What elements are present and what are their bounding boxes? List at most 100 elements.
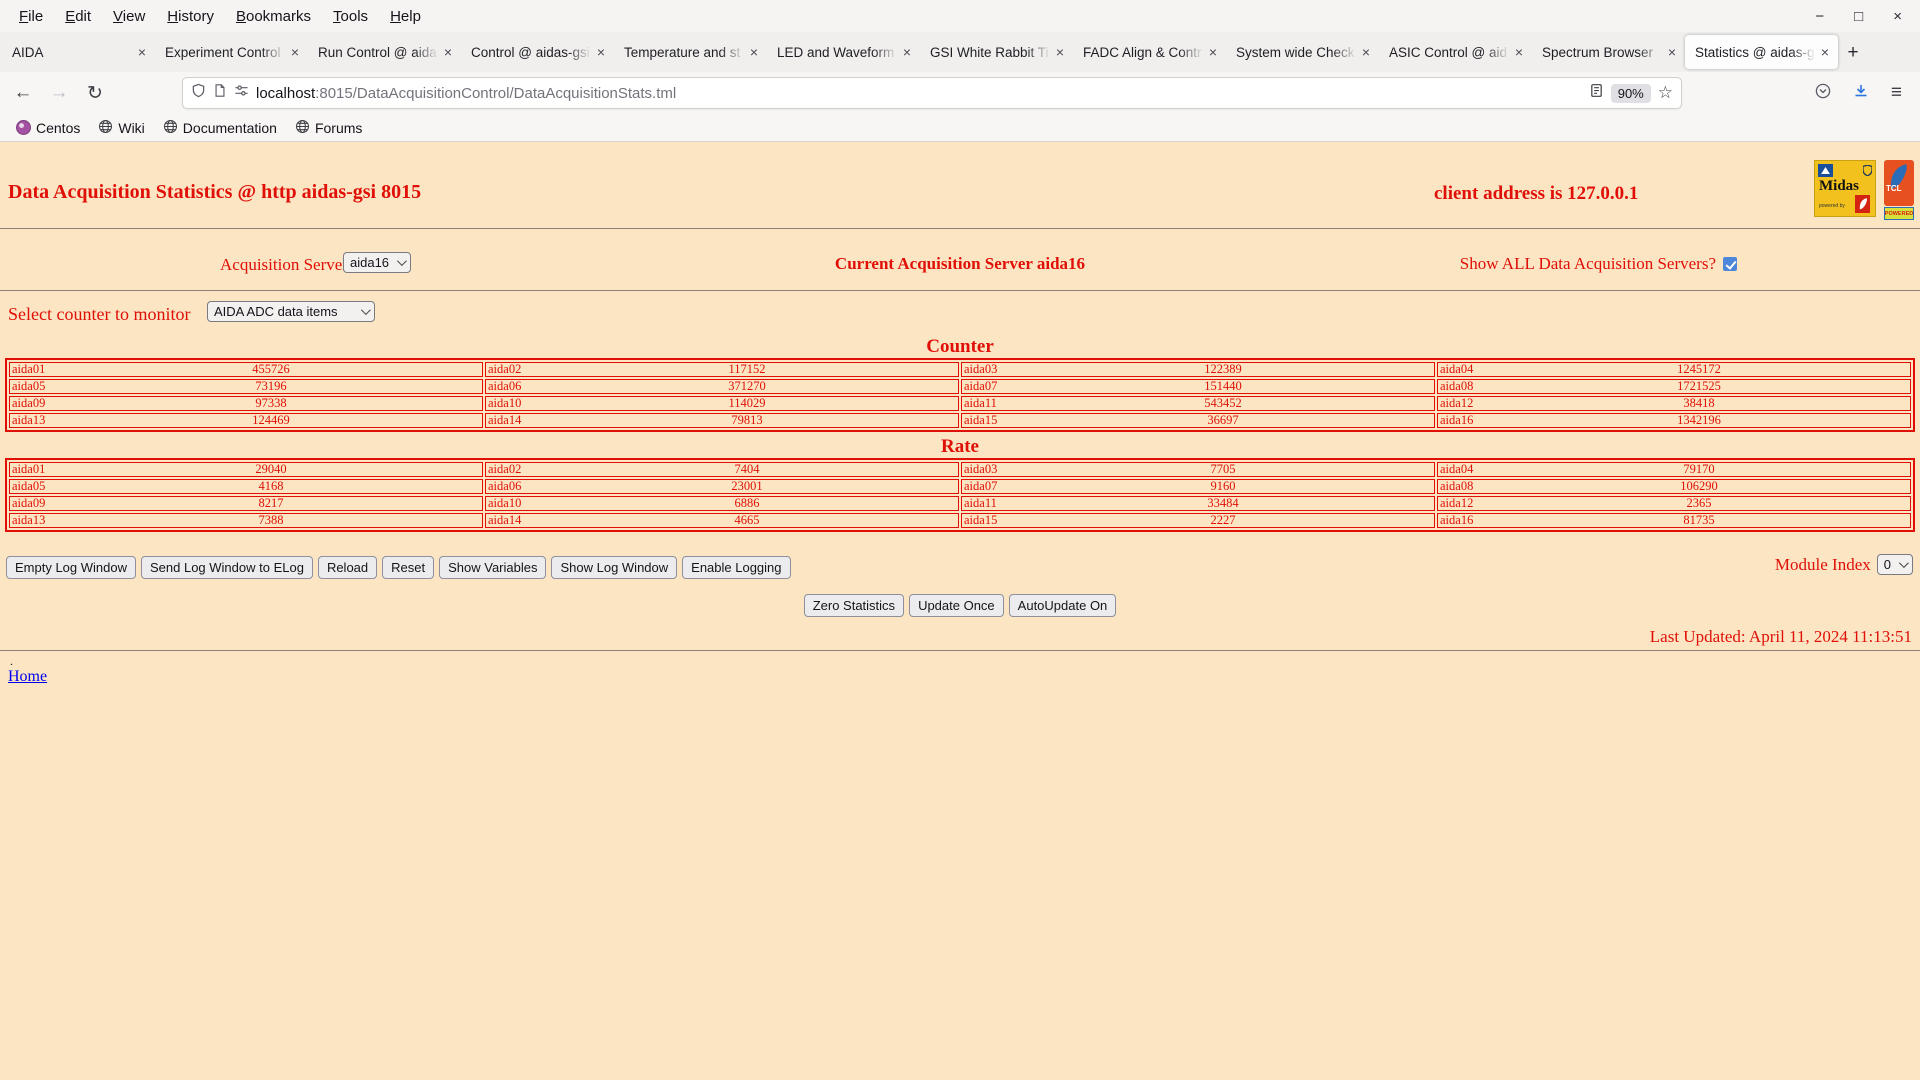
table-row: aida05 4168 aida06 23001 aida07 9160 aida08…: [9, 479, 1911, 494]
globe-icon: [163, 119, 178, 137]
select-counter-label: Select counter to monitor: [8, 304, 191, 324]
home-link[interactable]: Home: [8, 668, 47, 686]
tab-close-icon[interactable]: ×: [288, 44, 302, 60]
new-tab-button[interactable]: +: [1838, 38, 1868, 68]
tab-close-icon[interactable]: ×: [135, 44, 149, 60]
midas-triangle-icon: [1818, 164, 1833, 177]
window-maximize-icon[interactable]: □: [1854, 8, 1863, 25]
tab-experiment-control[interactable]: Experiment Control ×: [155, 35, 308, 69]
menu-edit[interactable]: Edit: [54, 4, 102, 29]
menu-view[interactable]: View: [102, 4, 156, 29]
show-log-window-button[interactable]: Show Log Window: [551, 556, 678, 579]
forward-icon: →: [49, 81, 69, 103]
enable-logging-button[interactable]: Enable Logging: [682, 556, 791, 579]
tab-spectrum-browser[interactable]: Spectrum Browser ×: [1532, 35, 1685, 69]
window-minimize-icon[interactable]: −: [1815, 8, 1824, 25]
url-text[interactable]: localhost:8015/DataAcquisitionControl/Da…: [256, 85, 1582, 102]
empty-log-window-button[interactable]: Empty Log Window: [6, 556, 136, 579]
show-variables-button[interactable]: Show Variables: [439, 556, 547, 579]
menu-help[interactable]: Help: [379, 4, 432, 29]
chevron-down-icon: [360, 305, 371, 316]
tab-close-icon[interactable]: ×: [594, 44, 608, 60]
show-all-servers-checkbox[interactable]: [1723, 257, 1737, 271]
tab-close-icon[interactable]: ×: [1359, 44, 1373, 60]
tab-close-icon[interactable]: ×: [900, 44, 914, 60]
last-updated-text: Last Updated: April 11, 2024 11:13:51: [1649, 627, 1912, 646]
table-row: aida13 124469 aida14 79813 aida15 36697 aid…: [9, 413, 1911, 428]
tab-aida[interactable]: AIDA ×: [2, 35, 155, 69]
reader-mode-icon[interactable]: [1589, 83, 1604, 103]
globe-icon: [295, 119, 310, 137]
divider: [0, 650, 1920, 651]
tab-control[interactable]: Control @ aidas-gsi ×: [461, 35, 614, 69]
bookmark-documentation[interactable]: Documentation: [159, 117, 281, 139]
table-row: aida13 7388 aida14 4665 aida15 2227 aida16 8…: [9, 513, 1911, 528]
table-row: aida01 455726 aida02 117152 aida03 122389 a…: [9, 362, 1911, 377]
menu-bookmarks[interactable]: Bookmarks: [225, 4, 322, 29]
module-index-select[interactable]: 0: [1876, 554, 1913, 575]
shield-icon[interactable]: [191, 83, 206, 103]
divider: [0, 290, 1920, 291]
tab-close-icon[interactable]: ×: [1818, 44, 1832, 60]
navigation-toolbar: ← → ↻ localhost:8015/DataAcquisitionCont…: [0, 72, 1920, 114]
tab-gsi-white-rabbit[interactable]: GSI White Rabbit Ti ×: [920, 35, 1073, 69]
url-bar[interactable]: localhost:8015/DataAcquisitionControl/Da…: [182, 77, 1682, 109]
page-title: Data Acquisition Statistics @ http aidas…: [8, 181, 422, 203]
zero-statistics-button[interactable]: Zero Statistics: [803, 594, 905, 617]
module-index-label: Module Index: [1774, 554, 1871, 574]
menu-tools[interactable]: Tools: [322, 4, 379, 29]
tab-fadc-align[interactable]: FADC Align & Contr ×: [1073, 35, 1226, 69]
tab-close-icon[interactable]: ×: [1512, 44, 1526, 60]
rate-heading: Rate: [941, 436, 979, 457]
table-row: aida01 29040 aida02 7404 aida03 7705 aida04…: [9, 462, 1911, 477]
bookmark-centos[interactable]: Centos: [12, 118, 84, 138]
window-close-icon[interactable]: ×: [1893, 8, 1902, 25]
downloads-icon[interactable]: [1853, 83, 1869, 104]
menu-history[interactable]: History: [156, 4, 225, 29]
show-all-servers-label: Show ALL Data Acquisition Servers?: [1459, 254, 1716, 273]
reset-button[interactable]: Reset: [382, 556, 435, 579]
tab-close-icon[interactable]: ×: [441, 44, 455, 60]
tab-close-icon[interactable]: ×: [747, 44, 761, 60]
tab-statistics-active[interactable]: Statistics @ aidas-g ×: [1685, 35, 1838, 69]
menu-bar: File Edit View History Bookmarks Tools H…: [0, 0, 1920, 32]
zoom-level-badge[interactable]: 90%: [1610, 83, 1651, 103]
tab-close-icon[interactable]: ×: [1053, 44, 1067, 60]
midas-logo: Midas powered by: [1814, 160, 1876, 217]
menu-file[interactable]: File: [8, 4, 54, 29]
autoupdate-on-button[interactable]: AutoUpdate On: [1008, 594, 1117, 617]
pocket-icon[interactable]: [1815, 83, 1831, 104]
back-icon[interactable]: ←: [8, 82, 38, 105]
tab-system-wide-check[interactable]: System wide Check ×: [1226, 35, 1379, 69]
counter-table: aida01 455726 aida02 117152 aida03 122389 a…: [5, 358, 1915, 432]
send-log-to-elog-button[interactable]: Send Log Window to ELog: [141, 556, 313, 579]
table-row: aida09 97338 aida10 114029 aida11 543452 ai…: [9, 396, 1911, 411]
tab-bar: AIDA × Experiment Control × Run Control @ …: [0, 32, 1920, 72]
tab-run-control[interactable]: Run Control @ aidas ×: [308, 35, 461, 69]
tcl-feather-icon: [1855, 195, 1870, 213]
tab-asic-control[interactable]: ASIC Control @ aid ×: [1379, 35, 1532, 69]
bookmark-forums[interactable]: Forums: [291, 117, 366, 139]
stray-dot: .: [10, 654, 13, 668]
reload-button[interactable]: Reload: [317, 556, 378, 579]
midas-shield-icon: [1862, 163, 1873, 181]
permissions-sliders-icon[interactable]: [234, 83, 249, 103]
table-row: aida09 8217 aida10 6886 aida11 33484 aida12…: [9, 496, 1911, 511]
tab-led-waveform[interactable]: LED and Waveform ×: [767, 35, 920, 69]
table-row: aida05 73196 aida06 371270 aida07 151440 ai…: [9, 379, 1911, 394]
update-once-button[interactable]: Update Once: [909, 594, 1004, 617]
bookmark-star-icon[interactable]: ☆: [1658, 83, 1673, 103]
tab-close-icon[interactable]: ×: [1206, 44, 1220, 60]
counter-type-select[interactable]: AIDA ADC data items: [207, 301, 375, 322]
browser-window: File Edit View History Bookmarks Tools H…: [0, 0, 1920, 1080]
globe-icon: [98, 119, 113, 137]
chevron-down-icon: [1898, 558, 1909, 569]
bookmark-wiki[interactable]: Wiki: [94, 117, 148, 139]
page-info-icon[interactable]: [213, 83, 227, 103]
reload-icon[interactable]: ↻: [80, 82, 110, 105]
tab-close-icon[interactable]: ×: [1665, 44, 1679, 60]
counter-heading: Counter: [926, 336, 994, 357]
bookmarks-bar: Centos Wiki Documentation Forums: [0, 114, 1920, 142]
hamburger-menu-icon[interactable]: ≡: [1891, 82, 1902, 104]
tab-temperature[interactable]: Temperature and st ×: [614, 35, 767, 69]
